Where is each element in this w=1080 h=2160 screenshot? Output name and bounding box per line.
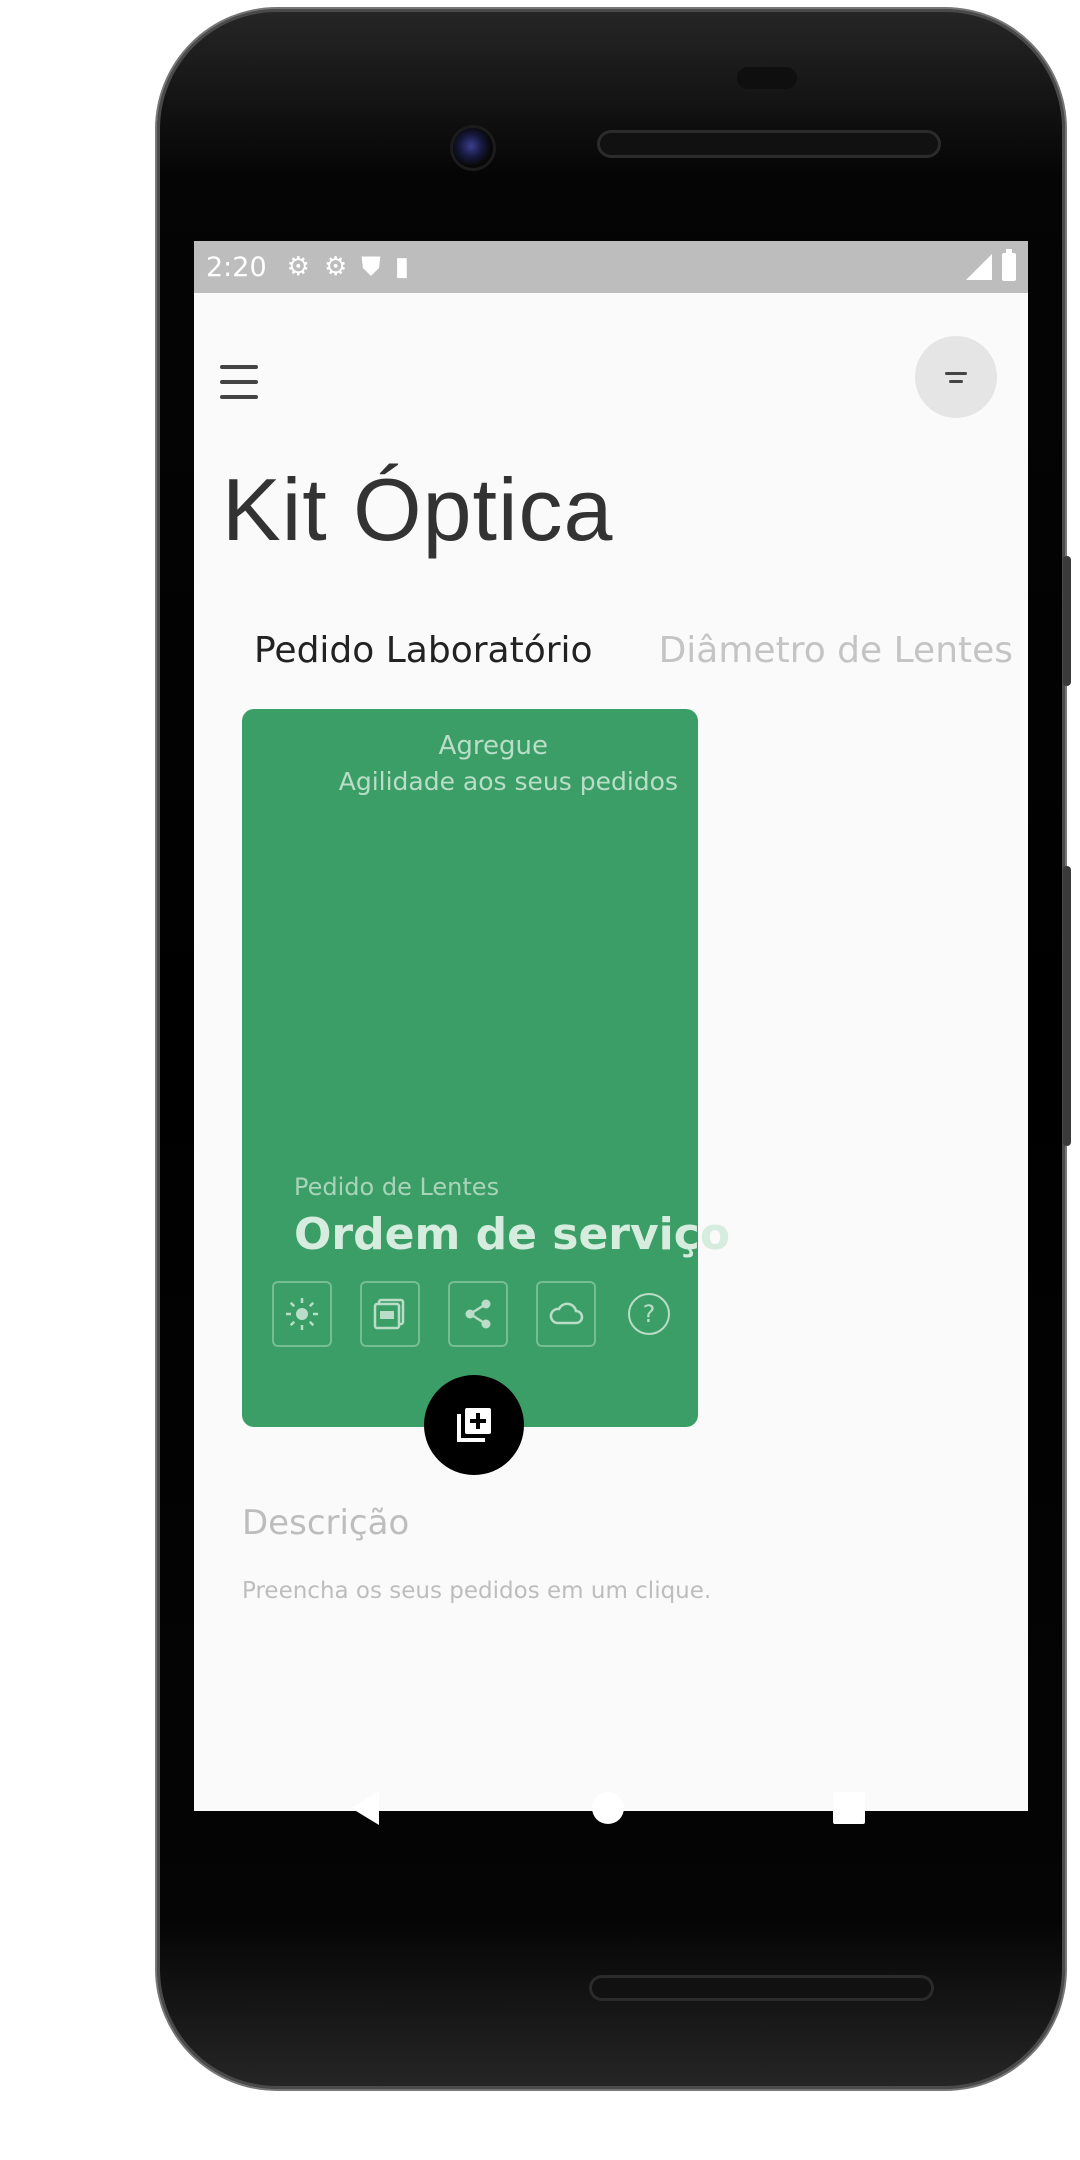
card-subtitle: Pedido de Lentes xyxy=(294,1173,500,1201)
recents-icon[interactable] xyxy=(833,1792,865,1824)
home-icon[interactable] xyxy=(592,1792,624,1824)
tab-diametro-de-lentes[interactable]: Diâmetro de Lentes xyxy=(659,630,1013,671)
add-to-library-icon[interactable] xyxy=(424,1375,524,1475)
cloud-icon[interactable] xyxy=(536,1281,596,1347)
tab-pedido-laboratorio[interactable]: Pedido Laboratório xyxy=(254,630,593,671)
front-camera xyxy=(453,128,493,168)
card-title: Ordem de serviço xyxy=(294,1209,731,1260)
shield-icon: ⛊ xyxy=(361,252,381,282)
card-actions: ? xyxy=(272,1281,670,1347)
status-time: 2:20 xyxy=(206,251,267,283)
earpiece-speaker xyxy=(597,130,941,158)
description-title: Descrição xyxy=(242,1503,410,1543)
page-title: Kit Óptica xyxy=(222,460,614,559)
signal-icon xyxy=(966,254,992,280)
card-tagline-1: Agregue xyxy=(438,731,548,761)
tab-bar: Pedido Laboratório Diâmetro de Lentes xyxy=(254,630,1013,671)
brightness-icon[interactable] xyxy=(272,1281,332,1347)
hamburger-menu-icon[interactable] xyxy=(220,365,260,399)
gear-icon: ⚙ xyxy=(323,252,348,282)
filter-icon[interactable] xyxy=(915,336,997,418)
sd-card-icon: ▮ xyxy=(394,252,410,282)
back-icon[interactable] xyxy=(351,1791,379,1825)
share-icon[interactable] xyxy=(448,1281,508,1347)
card-tagline-2: Agilidade aos seus pedidos xyxy=(338,767,678,796)
status-bar: 2:20 ⚙ ⚙ ⛊ ▮ xyxy=(194,241,1028,293)
help-icon[interactable]: ? xyxy=(628,1293,670,1335)
volume-button xyxy=(1063,866,1071,1146)
power-button xyxy=(1063,556,1071,686)
pdf-icon[interactable] xyxy=(360,1281,420,1347)
card-tagline: Agregue Agilidade aos seus pedidos xyxy=(339,731,678,796)
bottom-speaker xyxy=(589,1975,934,2001)
proximity-sensor xyxy=(737,67,797,89)
gear-icon: ⚙ xyxy=(286,252,310,282)
description-text: Preencha os seus pedidos em um clique. xyxy=(242,1578,712,1604)
battery-icon xyxy=(1002,249,1016,281)
app-screen: 2:20 ⚙ ⚙ ⛊ ▮ Kit Óptica Pedido Laboratór… xyxy=(194,241,1028,1811)
service-order-card[interactable]: Agregue Agilidade aos seus pedidos Pedid… xyxy=(242,709,730,1427)
